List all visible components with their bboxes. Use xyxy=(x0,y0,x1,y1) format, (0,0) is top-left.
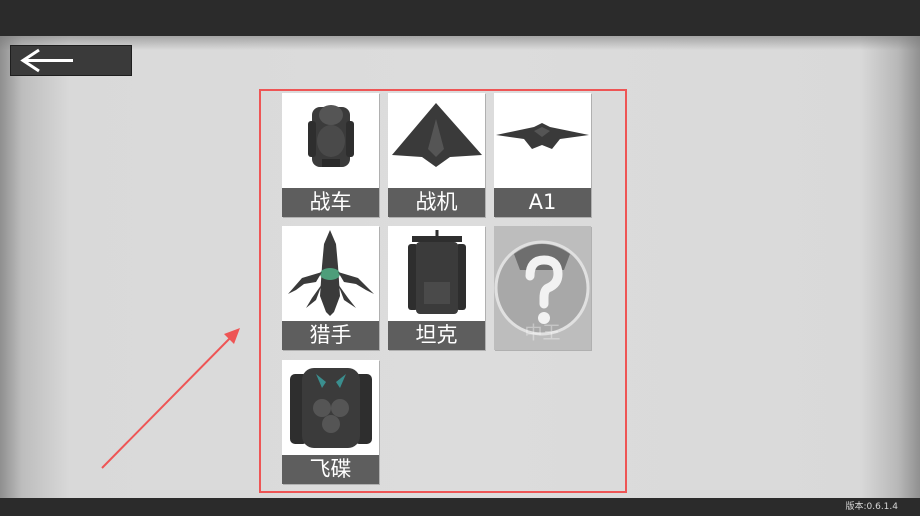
tank-icon xyxy=(408,230,466,314)
unit-card-a1[interactable]: A1 xyxy=(494,93,591,217)
unit-card-fighter[interactable]: 战机 xyxy=(388,93,485,217)
unit-label: 坦克 xyxy=(388,321,485,350)
unit-card-locked[interactable]: 中王 xyxy=(494,226,591,350)
unit-label: A1 xyxy=(494,188,591,217)
top-bar xyxy=(0,0,920,36)
annotation-arrow xyxy=(101,328,240,469)
unit-card-tank[interactable]: 坦克 xyxy=(388,226,485,350)
unit-label: 飞碟 xyxy=(282,455,379,484)
version-text: 版本:0.6.1.4 xyxy=(845,502,898,512)
combat-vehicle-icon xyxy=(308,105,354,167)
unit-label: 战机 xyxy=(388,188,485,217)
flying-wing-icon xyxy=(496,123,589,149)
unit-label: 猎手 xyxy=(282,321,379,350)
locked-faded-label: 中王 xyxy=(524,323,561,344)
back-button[interactable] xyxy=(10,45,132,76)
unit-card-combat-vehicle[interactable]: 战车 xyxy=(282,93,379,217)
fighter-jet-icon xyxy=(392,103,482,167)
unit-label: 战车 xyxy=(282,188,379,217)
unit-card-hunter[interactable]: 猎手 xyxy=(282,226,379,350)
bottom-bar: 版本:0.6.1.4 xyxy=(0,498,920,516)
arrow-left-icon xyxy=(20,48,73,73)
unit-card-ufo[interactable]: 飞碟 xyxy=(282,360,379,484)
ufo-icon xyxy=(290,368,372,448)
hunter-creature-icon xyxy=(288,230,374,316)
